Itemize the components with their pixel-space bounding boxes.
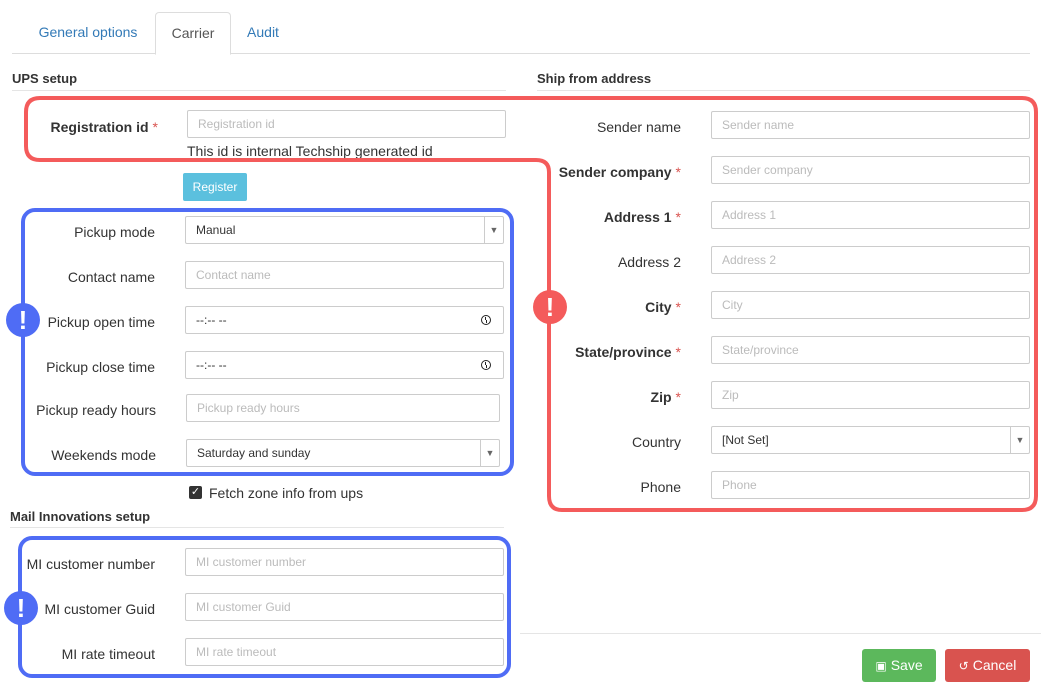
exclamation-icon: ! (4, 591, 38, 625)
exclamation-icon: ! (6, 303, 40, 337)
cancel-button[interactable]: ↺ Cancel (945, 649, 1030, 682)
blue-highlight-pickup (21, 208, 514, 476)
exclamation-icon: ! (533, 290, 567, 324)
undo-icon: ↺ (958, 659, 969, 673)
floppy-disk-icon: ▣ (875, 659, 887, 673)
save-button[interactable]: ▣ Save (862, 649, 936, 682)
blue-highlight-mail-innovations (18, 536, 511, 678)
footer-divider (520, 633, 1041, 634)
